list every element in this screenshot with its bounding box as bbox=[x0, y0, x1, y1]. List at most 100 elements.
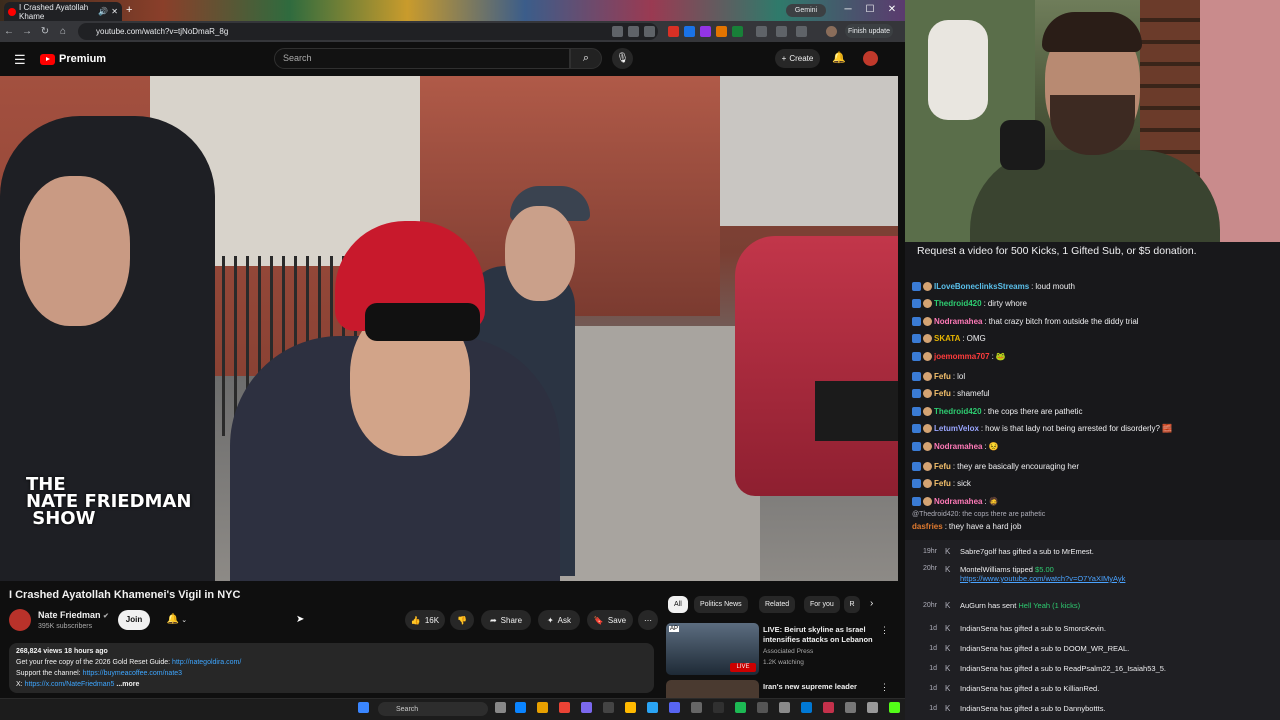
chat-username[interactable]: Fefu bbox=[934, 372, 951, 381]
more-vertical-icon[interactable]: ⋮ bbox=[880, 682, 889, 693]
discord-icon[interactable] bbox=[669, 702, 680, 713]
profile-avatar[interactable] bbox=[826, 26, 837, 37]
app-icon[interactable] bbox=[581, 702, 592, 713]
extension-icon[interactable] bbox=[684, 26, 695, 37]
chat-username[interactable]: ILoveBoneclinksStreams bbox=[934, 282, 1029, 291]
chat-username[interactable]: SKATA bbox=[934, 334, 960, 343]
channel-name[interactable]: Nate Friedman ✔ bbox=[38, 610, 109, 620]
extension-icon[interactable] bbox=[732, 26, 743, 37]
chip-partial[interactable]: R bbox=[844, 596, 860, 613]
chat-username[interactable]: joemomma707 bbox=[934, 352, 990, 361]
app-icon[interactable] bbox=[603, 702, 614, 713]
app-icon[interactable] bbox=[867, 702, 878, 713]
recommendation-channel[interactable]: Associated Press bbox=[763, 648, 813, 655]
youtube-logo[interactable]: Premium bbox=[40, 53, 106, 65]
minimize-icon[interactable]: ─ bbox=[838, 3, 858, 17]
tab-close-icon[interactable]: ✕ bbox=[111, 7, 118, 16]
chat-username[interactable]: Fefu bbox=[934, 479, 951, 488]
chat-username[interactable]: Nodramahea bbox=[934, 497, 982, 506]
app-icon[interactable] bbox=[823, 702, 834, 713]
kick-icon[interactable] bbox=[889, 702, 900, 713]
description-link[interactable]: http://nategoldira.com/ bbox=[172, 659, 241, 666]
taskbar-search[interactable]: Search bbox=[378, 702, 488, 716]
chat-username[interactable]: Fefu bbox=[934, 462, 951, 471]
event-link[interactable]: https://www.youtube.com/watch?v=O7YaXIMy… bbox=[960, 574, 1125, 583]
like-button[interactable]: 👍 16K bbox=[405, 610, 445, 630]
chat-username[interactable]: Fefu bbox=[934, 389, 951, 398]
extension-icon[interactable] bbox=[716, 26, 727, 37]
chip-related[interactable]: Related bbox=[759, 596, 796, 613]
zoom-icon[interactable] bbox=[612, 26, 623, 37]
browser-tab-active[interactable]: I Crashed Ayatollah Khame 🔊 ✕ bbox=[4, 2, 122, 21]
account-avatar[interactable] bbox=[863, 51, 878, 66]
edge-icon[interactable] bbox=[515, 702, 526, 713]
join-button[interactable]: Join bbox=[118, 610, 150, 630]
file-explorer-icon[interactable] bbox=[625, 702, 636, 713]
app-icon[interactable] bbox=[779, 702, 790, 713]
new-tab-icon[interactable]: + bbox=[126, 4, 132, 16]
more-vertical-icon[interactable]: ⋮ bbox=[880, 625, 889, 636]
chat-text: 🐸 bbox=[995, 352, 1006, 361]
windows-start-icon[interactable] bbox=[358, 702, 369, 713]
voice-search-button[interactable]: 🎙 bbox=[612, 48, 633, 69]
notifications-bell-icon[interactable]: 🔔 bbox=[832, 51, 846, 64]
description-link[interactable]: https://buymeacoffee.com/nate3 bbox=[83, 670, 183, 677]
subscription-bell-button[interactable]: 🔔 ⌄ bbox=[158, 610, 196, 630]
channel-avatar[interactable] bbox=[9, 609, 31, 631]
video-player[interactable]: THE NATE FRIEDMAN SHOW bbox=[0, 76, 898, 581]
back-icon[interactable]: ← bbox=[0, 26, 18, 37]
gemini-button[interactable]: Gemini bbox=[786, 4, 826, 17]
app-icon[interactable] bbox=[559, 702, 570, 713]
save-button[interactable]: 🔖 Save bbox=[587, 610, 633, 630]
chat-username[interactable]: Thedroid420 bbox=[934, 407, 982, 416]
menu-hamburger-icon[interactable]: ☰ bbox=[14, 52, 26, 68]
cast-icon[interactable] bbox=[628, 26, 639, 37]
chevron-right-icon[interactable]: › bbox=[870, 598, 873, 609]
maximize-icon[interactable]: ☐ bbox=[860, 3, 880, 17]
search-button[interactable]: ⌕ bbox=[570, 48, 602, 69]
description-link[interactable]: https://x.com/NateFriedman5 bbox=[25, 681, 115, 688]
chat-username[interactable]: LetumVelox bbox=[934, 424, 979, 433]
share-button[interactable]: ➦ Share bbox=[481, 610, 531, 630]
app-icon[interactable] bbox=[691, 702, 702, 713]
extension-icon[interactable] bbox=[700, 26, 711, 37]
forward-icon[interactable]: → bbox=[18, 26, 36, 37]
download-icon[interactable] bbox=[776, 26, 787, 37]
more-horizontal-icon: ⋯ bbox=[644, 615, 652, 625]
address-bar[interactable]: youtube.com/watch?v=tjNoDmaR_8g bbox=[78, 23, 658, 40]
finish-update-button[interactable]: Finish update bbox=[845, 24, 893, 38]
app-icon[interactable] bbox=[801, 702, 812, 713]
more-link[interactable]: ...more bbox=[116, 681, 139, 688]
recommendation-thumbnail[interactable] bbox=[666, 680, 759, 700]
chat-username[interactable]: Nodramahea bbox=[934, 317, 982, 326]
home-icon[interactable]: ⌂ bbox=[54, 26, 72, 37]
sidebar-icon[interactable] bbox=[796, 26, 807, 37]
app-icon[interactable] bbox=[647, 702, 658, 713]
spotify-icon[interactable] bbox=[735, 702, 746, 713]
extensions-puzzle-icon[interactable] bbox=[756, 26, 767, 37]
app-icon[interactable] bbox=[845, 702, 856, 713]
chip-politics-news[interactable]: Politics News bbox=[694, 596, 748, 613]
chat-username[interactable]: Thedroid420 bbox=[934, 299, 982, 308]
extension-icon[interactable] bbox=[668, 26, 679, 37]
obs-icon[interactable] bbox=[713, 702, 724, 713]
dislike-button[interactable]: 👎 bbox=[450, 610, 474, 630]
create-button[interactable]: + Create bbox=[775, 49, 820, 68]
task-view-icon[interactable] bbox=[495, 702, 506, 713]
search-input[interactable]: Search bbox=[274, 48, 570, 69]
chip-all[interactable]: All bbox=[668, 596, 688, 613]
close-window-icon[interactable]: ✕ bbox=[882, 3, 902, 17]
reload-icon[interactable]: ↻ bbox=[36, 26, 54, 37]
bookmark-star-icon[interactable] bbox=[644, 26, 655, 37]
app-icon[interactable] bbox=[757, 702, 768, 713]
chrome-icon[interactable] bbox=[537, 702, 548, 713]
chat-username[interactable]: dasfries bbox=[912, 522, 943, 531]
chip-for-you[interactable]: For you bbox=[804, 596, 840, 613]
ask-button[interactable]: ✦ Ask bbox=[538, 610, 580, 630]
chat-username[interactable]: Nodramahea bbox=[934, 442, 982, 451]
video-description[interactable]: 268,824 views 18 hours ago Get your free… bbox=[9, 643, 654, 693]
tab-audio-icon[interactable]: 🔊 bbox=[98, 7, 108, 16]
recommendation-title[interactable]: Iran's new supreme leader bbox=[763, 682, 881, 691]
recommendation-title[interactable]: LIVE: Beirut skyline as Israel intensifi… bbox=[763, 625, 881, 645]
more-actions-button[interactable]: ⋯ bbox=[638, 610, 658, 630]
